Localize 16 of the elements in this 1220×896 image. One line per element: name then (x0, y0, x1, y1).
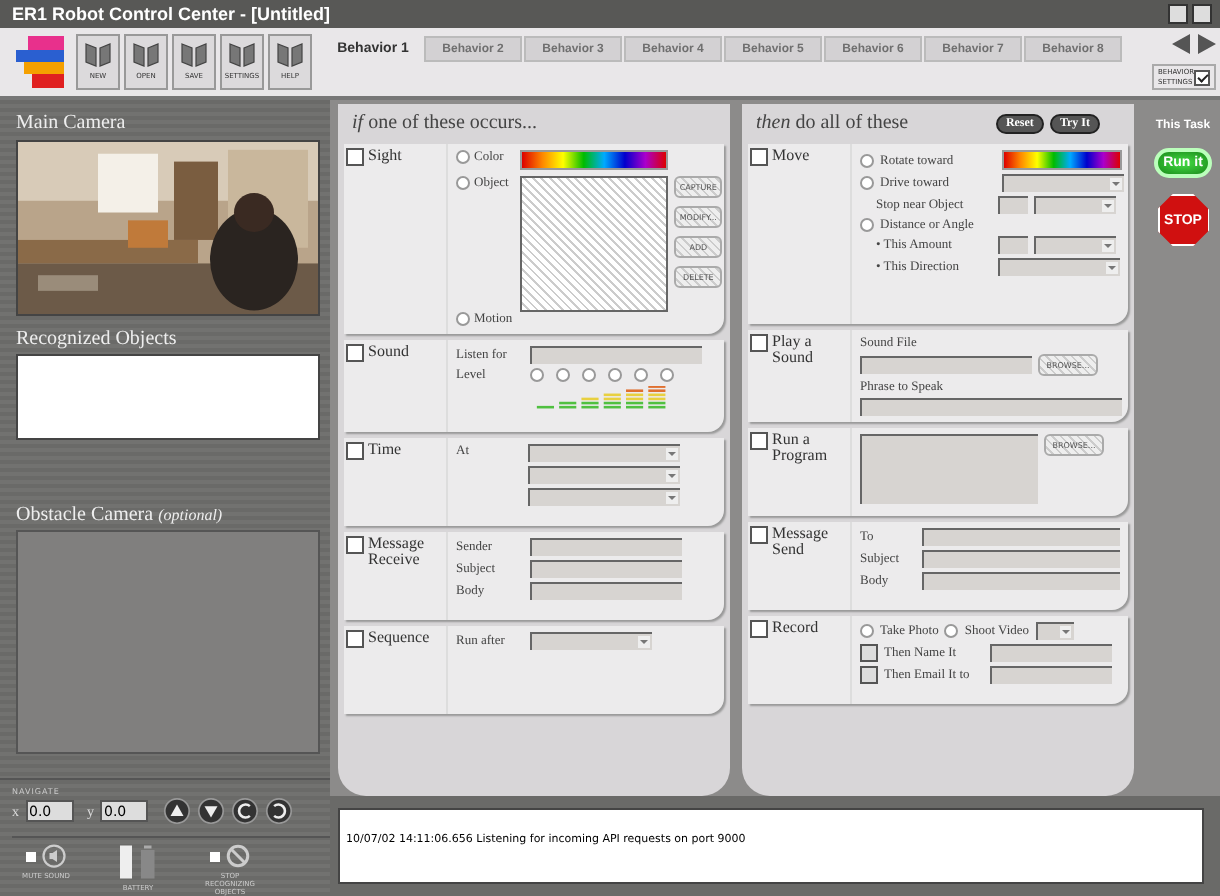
section-title: Obstacle Camera (optional) (16, 504, 225, 527)
trigger-label: Sight (368, 148, 402, 165)
action-label: Record (772, 620, 819, 637)
action-label: Run a Program (772, 432, 830, 466)
panel-title: if one of these occurs... (352, 112, 537, 134)
action-label: Message Send (772, 526, 830, 560)
trigger-label: Sequence (368, 630, 430, 647)
action-label: Move (772, 148, 810, 165)
window-title: ER1 Robot Control Center - [Untitled] (12, 4, 330, 24)
section-title: Main Camera (16, 112, 128, 134)
panel-title: then do all of these (756, 112, 909, 134)
section-title: Recognized Objects (16, 328, 179, 351)
action-label: Play a Sound (772, 334, 815, 368)
trigger-label: Sound (368, 344, 409, 361)
trigger-label: Time (368, 442, 402, 459)
trigger-label: Message Receive (368, 536, 426, 570)
